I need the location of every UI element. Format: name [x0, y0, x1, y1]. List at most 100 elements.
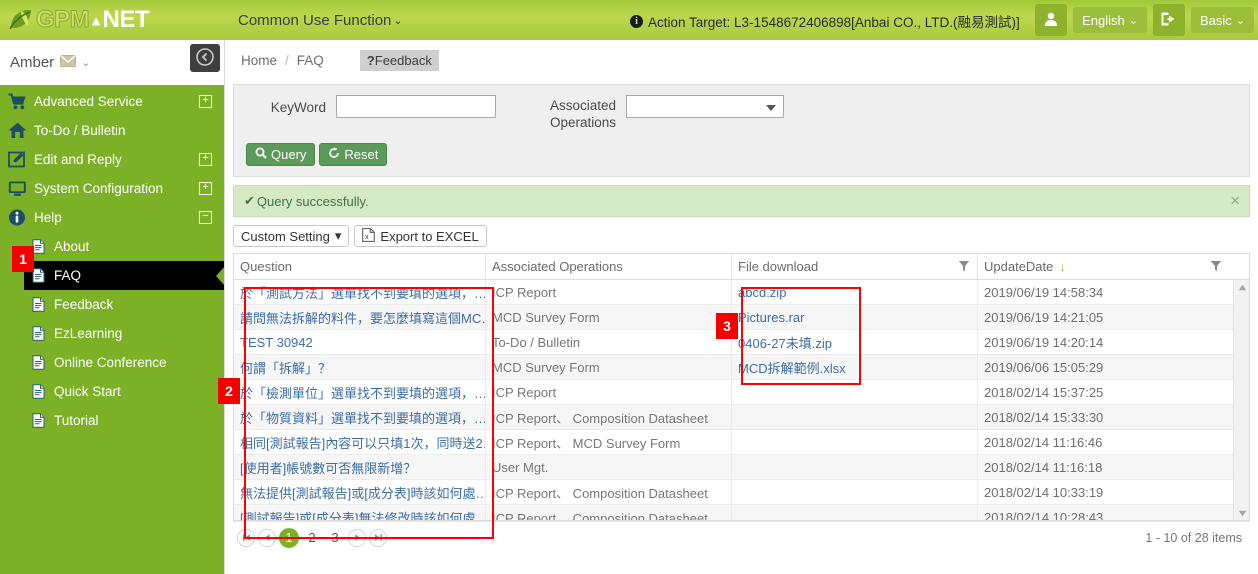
cell-question[interactable]: [測試報告]或[成分表]無法修改時該如何處… — [234, 505, 486, 520]
cell-file-download[interactable]: abcd.zip — [732, 280, 978, 304]
sidebar-item-system-configuration[interactable]: System Configuration + — [0, 174, 224, 203]
logout-icon — [1160, 11, 1177, 30]
filter-icon[interactable] — [958, 260, 970, 275]
table-row[interactable]: 何謂「拆解」？ MCD Survey Form MCD拆解範例.xlsx 201… — [234, 355, 1249, 380]
associated-operations-select[interactable] — [626, 95, 784, 118]
table-row[interactable]: [使用者]帳號數可否無限新增？ User Mgt. 2018/02/14 11:… — [234, 455, 1249, 480]
expand-toggle-icon[interactable]: + — [199, 153, 212, 166]
breadcrumb-separator: / — [285, 52, 289, 68]
cell-updatedate: 2018/02/14 15:37:25 — [984, 384, 1104, 400]
mode-selector[interactable]: Basic ⌄ — [1190, 7, 1254, 33]
sidebar-item-label: FAQ — [54, 268, 82, 283]
cell-file-download[interactable] — [732, 480, 978, 504]
envelope-icon[interactable] — [60, 55, 77, 70]
svg-text:x: x — [365, 234, 369, 241]
table-row[interactable]: 相同[測試報告]內容可以只填1次，同時送2… ICP Report、 MCD S… — [234, 430, 1249, 455]
page-number-button[interactable]: 2 — [302, 528, 322, 548]
user-profile-button[interactable] — [1035, 4, 1068, 36]
custom-setting-label: Custom Setting — [241, 228, 330, 244]
cell-question[interactable]: 相同[測試報告]內容可以只填1次，同時送2… — [234, 430, 486, 454]
cell-question[interactable]: TEST 30942 — [234, 330, 486, 354]
logo[interactable]: GPM▲NET — [0, 0, 230, 40]
filter-icon[interactable] — [1210, 260, 1222, 275]
sidebar-item-feedback[interactable]: Feedback — [24, 290, 224, 319]
page-number-button[interactable]: 3 — [325, 528, 345, 548]
sidebar-item-help[interactable]: Help − — [0, 203, 224, 232]
sidebar-collapse-button[interactable] — [190, 44, 220, 72]
sidebar-item-quick-start[interactable]: Quick Start — [24, 377, 224, 406]
language-selector[interactable]: English ⌄ — [1073, 7, 1147, 33]
column-header-file-download[interactable]: File download — [732, 254, 978, 279]
table-row[interactable]: 於「檢測單位」選單找不到要填的選項，… ICP Report 2018/02/1… — [234, 380, 1249, 405]
table-row[interactable]: 於「物質資料」選單找不到要填的選項，… ICP Report、 Composit… — [234, 405, 1249, 430]
cell-file-download[interactable] — [732, 455, 978, 479]
search-input[interactable] — [336, 95, 496, 118]
next-page-button[interactable] — [348, 528, 366, 547]
cell-file-download[interactable] — [732, 505, 978, 520]
table-row[interactable]: 無法提供[測試報告]或[成分表]時該如何處… ICP Report、 Compo… — [234, 480, 1249, 505]
sidebar-user-area[interactable]: Amber ⌄ — [0, 40, 224, 85]
document-icon — [32, 239, 54, 254]
cell-file-download[interactable]: MCD拆解範例.xlsx — [732, 355, 978, 379]
sidebar-item-online-conference[interactable]: Online Conference — [24, 348, 224, 377]
cell-updatedate: 2019/06/06 15:05:29 — [984, 359, 1104, 375]
table-row[interactable]: 請問無法拆解的料件，要怎麼填寫這個MC… MCD Survey Form Pic… — [234, 305, 1249, 330]
collapse-toggle-icon[interactable]: − — [199, 211, 212, 224]
column-header-associated-operations[interactable]: Associated Operations — [486, 254, 732, 279]
table-row[interactable]: TEST 30942 To-Do / Bulletin 0406-27未填.zi… — [234, 330, 1249, 355]
custom-setting-button[interactable]: Custom Setting ▾ — [233, 225, 350, 247]
grid-vertical-scrollbar[interactable] — [1233, 280, 1249, 520]
feedback-button[interactable]: ?Feedback — [359, 49, 439, 71]
export-to-excel-button[interactable]: x Export to EXCEL — [354, 225, 487, 247]
chevron-down-icon[interactable]: ⌄ — [81, 56, 90, 69]
table-row[interactable]: 於「測試方法」選單找不到要填的選項，… ICP Report abcd.zip … — [234, 280, 1249, 305]
column-header-updatedate[interactable]: UpdateDate ↓ — [978, 254, 1229, 279]
close-icon[interactable]: × — [1230, 191, 1240, 211]
cell-file-download[interactable] — [732, 405, 978, 429]
common-use-function-menu[interactable]: Common Use Function ⌄ — [238, 12, 403, 29]
alert-message: Query successfully. — [256, 193, 369, 209]
previous-page-button[interactable] — [258, 528, 276, 547]
cell-file-download[interactable]: Pictures.rar — [732, 305, 978, 329]
cell-question[interactable]: 無法提供[測試報告]或[成分表]時該如何處… — [234, 480, 486, 504]
cell-file-download[interactable]: 0406-27未填.zip — [732, 330, 978, 354]
associated-operations-label: Associated Operations — [549, 98, 616, 130]
expand-toggle-icon[interactable]: + — [199, 95, 212, 108]
query-button[interactable]: Query — [246, 143, 316, 166]
scroll-down-icon[interactable] — [1234, 506, 1250, 520]
column-header-question[interactable]: Question — [234, 254, 486, 279]
breadcrumb-home[interactable]: Home — [241, 53, 277, 68]
cell-question[interactable]: 於「測試方法」選單找不到要填的選項，… — [234, 280, 486, 304]
sort-descending-icon[interactable]: ↓ — [1059, 260, 1065, 274]
last-page-button[interactable] — [369, 528, 387, 547]
column-header-label: Question — [240, 259, 293, 274]
sidebar-item-advanced-service[interactable]: Advanced Service + — [0, 87, 224, 116]
question-mark-icon: ? — [366, 52, 375, 68]
cell-question[interactable]: [使用者]帳號數可否無限新增？ — [234, 455, 486, 479]
logout-button[interactable] — [1152, 4, 1185, 36]
logo-triangle-icon: ▲ — [89, 12, 103, 29]
cell-question[interactable]: 請問無法拆解的料件，要怎麼填寫這個MC… — [234, 305, 486, 329]
cell-file-download[interactable] — [732, 430, 978, 454]
first-page-button[interactable] — [237, 528, 255, 547]
sidebar-item-todo-bulletin[interactable]: To-Do / Bulletin — [0, 116, 224, 145]
page-number-button[interactable]: 1 — [279, 527, 299, 548]
keyword-label: KeyWord — [270, 100, 326, 115]
cell-question[interactable]: 於「檢測單位」選單找不到要填的選項，… — [234, 380, 486, 404]
sidebar-item-label: EzLearning — [54, 326, 123, 341]
cell-updatedate: 2018/02/14 15:33:30 — [984, 409, 1104, 425]
sidebar-item-faq[interactable]: FAQ — [24, 261, 224, 290]
sidebar-item-edit-and-reply[interactable]: Edit and Reply + — [0, 145, 224, 174]
scroll-up-icon[interactable] — [1234, 280, 1250, 294]
document-icon — [32, 268, 54, 283]
cell-question[interactable]: 何謂「拆解」？ — [234, 355, 486, 379]
expand-toggle-icon[interactable]: + — [199, 182, 212, 195]
sidebar-item-ezlearning[interactable]: EzLearning — [24, 319, 224, 348]
table-row[interactable]: [測試報告]或[成分表]無法修改時該如何處… ICP Report、 Compo… — [234, 505, 1249, 520]
sidebar-item-about[interactable]: About — [24, 232, 224, 261]
cell-file-download[interactable] — [732, 380, 978, 404]
query-button-label: Query — [271, 147, 307, 162]
sidebar-item-tutorial[interactable]: Tutorial — [24, 406, 224, 435]
cell-question[interactable]: 於「物質資料」選單找不到要填的選項，… — [234, 405, 486, 429]
reset-button[interactable]: Reset — [319, 143, 388, 166]
